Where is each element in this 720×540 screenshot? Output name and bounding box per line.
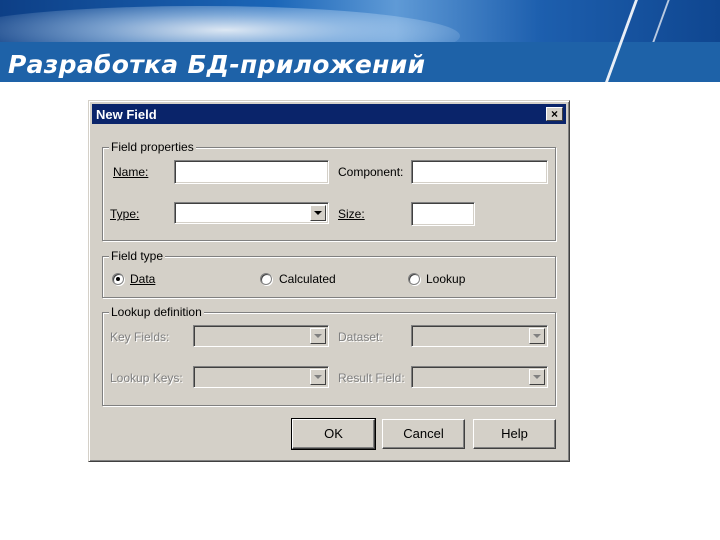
lookup-definition-legend: Lookup definition bbox=[109, 305, 204, 319]
name-input[interactable] bbox=[174, 160, 329, 184]
key-fields-label: Key Fields: bbox=[110, 330, 170, 344]
key-fields-combobox[interactable] bbox=[193, 325, 329, 347]
calculated-radio[interactable] bbox=[260, 273, 272, 285]
dialog-titlebar[interactable]: New Field × bbox=[92, 104, 566, 124]
field-type-legend: Field type bbox=[109, 249, 166, 263]
lookup-keys-dropdown-button[interactable] bbox=[310, 369, 326, 385]
data-radio-label[interactable]: Data bbox=[130, 272, 155, 286]
size-label: Size: bbox=[338, 207, 365, 221]
lookup-radio-label[interactable]: Lookup bbox=[426, 272, 465, 286]
size-input[interactable] bbox=[411, 202, 475, 226]
component-label: Component: bbox=[338, 165, 404, 179]
close-icon: × bbox=[550, 107, 558, 121]
calculated-radio-label[interactable]: Calculated bbox=[279, 272, 336, 286]
type-combobox[interactable] bbox=[174, 202, 329, 224]
result-field-dropdown-button[interactable] bbox=[529, 369, 545, 385]
type-label: Type: bbox=[110, 207, 140, 221]
help-button[interactable]: Help bbox=[473, 419, 556, 449]
result-field-combobox[interactable] bbox=[411, 366, 548, 388]
component-input[interactable] bbox=[411, 160, 548, 184]
lookup-radio[interactable] bbox=[408, 273, 420, 285]
dataset-dropdown-button[interactable] bbox=[529, 328, 545, 344]
slide-header: Разработка БД-приложений bbox=[0, 0, 720, 82]
dialog-title: New Field bbox=[96, 107, 157, 122]
data-radio[interactable] bbox=[112, 273, 124, 285]
result-field-label: Result Field: bbox=[338, 371, 405, 385]
dataset-label: Dataset: bbox=[338, 330, 383, 344]
slide-title: Разработка БД-приложений bbox=[8, 50, 426, 79]
new-field-dialog: New Field × Field properties Name: Compo… bbox=[88, 100, 570, 462]
field-properties-legend: Field properties bbox=[109, 140, 196, 154]
cancel-button[interactable]: Cancel bbox=[382, 419, 465, 449]
ok-button[interactable]: OK bbox=[291, 418, 376, 450]
key-fields-dropdown-button[interactable] bbox=[310, 328, 326, 344]
dataset-combobox[interactable] bbox=[411, 325, 548, 347]
name-label: Name: bbox=[113, 165, 149, 179]
lookup-keys-label: Lookup Keys: bbox=[110, 371, 183, 385]
close-button[interactable]: × bbox=[546, 107, 563, 121]
lookup-keys-combobox[interactable] bbox=[193, 366, 329, 388]
type-dropdown-button[interactable] bbox=[310, 205, 326, 221]
